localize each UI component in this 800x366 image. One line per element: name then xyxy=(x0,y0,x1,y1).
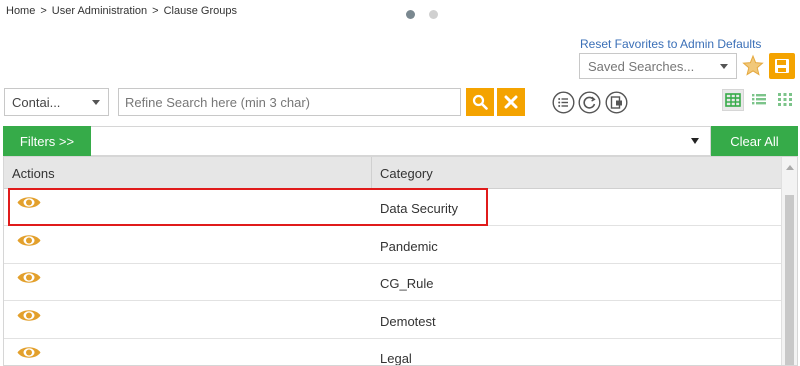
breadcrumb-separator: > xyxy=(152,5,159,17)
chevron-down-icon xyxy=(720,64,728,69)
category-cell: CG_Rule xyxy=(380,276,434,291)
search-button[interactable] xyxy=(466,88,494,116)
table-row[interactable]: Pandemic xyxy=(4,226,782,264)
category-cell: Pandemic xyxy=(380,238,438,254)
eye-icon[interactable] xyxy=(16,344,42,361)
search-operator-select[interactable]: Contai... xyxy=(4,88,109,116)
column-header-actions[interactable]: Actions xyxy=(4,157,372,189)
scroll-up-icon[interactable] xyxy=(786,165,794,170)
highlight-box xyxy=(8,188,488,226)
tile-view-button[interactable] xyxy=(775,89,797,111)
breadcrumb-separator: > xyxy=(40,5,47,17)
filter-bar[interactable] xyxy=(91,126,711,156)
search-input[interactable] xyxy=(118,88,461,116)
search-icon xyxy=(472,94,488,110)
saved-searches-select[interactable]: Saved Searches... xyxy=(579,53,737,79)
table-header: Actions Category xyxy=(4,157,782,189)
chevron-down-icon xyxy=(92,100,100,105)
refresh-icon[interactable] xyxy=(578,91,601,114)
category-cell: Demotest xyxy=(380,313,436,329)
close-icon xyxy=(504,95,518,109)
tile-view-icon xyxy=(778,93,792,106)
eye-icon[interactable] xyxy=(16,232,42,249)
vertical-scrollbar[interactable] xyxy=(781,157,797,365)
save-icon xyxy=(775,59,789,73)
chevron-down-icon[interactable] xyxy=(691,138,699,144)
filters-button[interactable]: Filters >> xyxy=(3,126,91,156)
table-row[interactable]: CG_Rule xyxy=(4,264,782,301)
clear-all-button[interactable]: Clear All xyxy=(711,126,798,156)
grid-view-button[interactable] xyxy=(722,89,744,111)
table-row[interactable]: Demotest xyxy=(4,301,782,339)
page-dot-active[interactable] xyxy=(406,10,415,19)
eye-icon[interactable] xyxy=(16,269,42,286)
page-indicator xyxy=(406,10,438,19)
list-view-button[interactable] xyxy=(749,89,771,111)
column-header-category[interactable]: Category xyxy=(372,157,782,189)
export-icon[interactable] xyxy=(605,91,628,114)
search-operator-value: Contai... xyxy=(12,95,61,110)
breadcrumb-home[interactable]: Home xyxy=(6,5,35,17)
breadcrumb-user-administration[interactable]: User Administration xyxy=(52,5,147,17)
star-icon[interactable] xyxy=(741,54,765,78)
clear-search-button[interactable] xyxy=(497,88,525,116)
saved-searches-label: Saved Searches... xyxy=(588,59,695,74)
scrollbar-thumb[interactable] xyxy=(785,195,794,365)
list-view-icon xyxy=(752,94,766,105)
breadcrumb: Home > User Administration > Clause Groups xyxy=(6,5,237,17)
eye-icon[interactable] xyxy=(16,307,42,324)
category-cell: Legal xyxy=(380,351,412,366)
breadcrumb-clause-groups: Clause Groups xyxy=(163,5,237,17)
page-dot[interactable] xyxy=(429,10,438,19)
reset-favorites-link[interactable]: Reset Favorites to Admin Defaults xyxy=(580,37,761,51)
save-button[interactable] xyxy=(769,53,795,79)
grid-view-icon xyxy=(725,93,741,107)
table-row[interactable]: Legal xyxy=(4,339,782,366)
list-circle-icon[interactable] xyxy=(552,91,575,114)
